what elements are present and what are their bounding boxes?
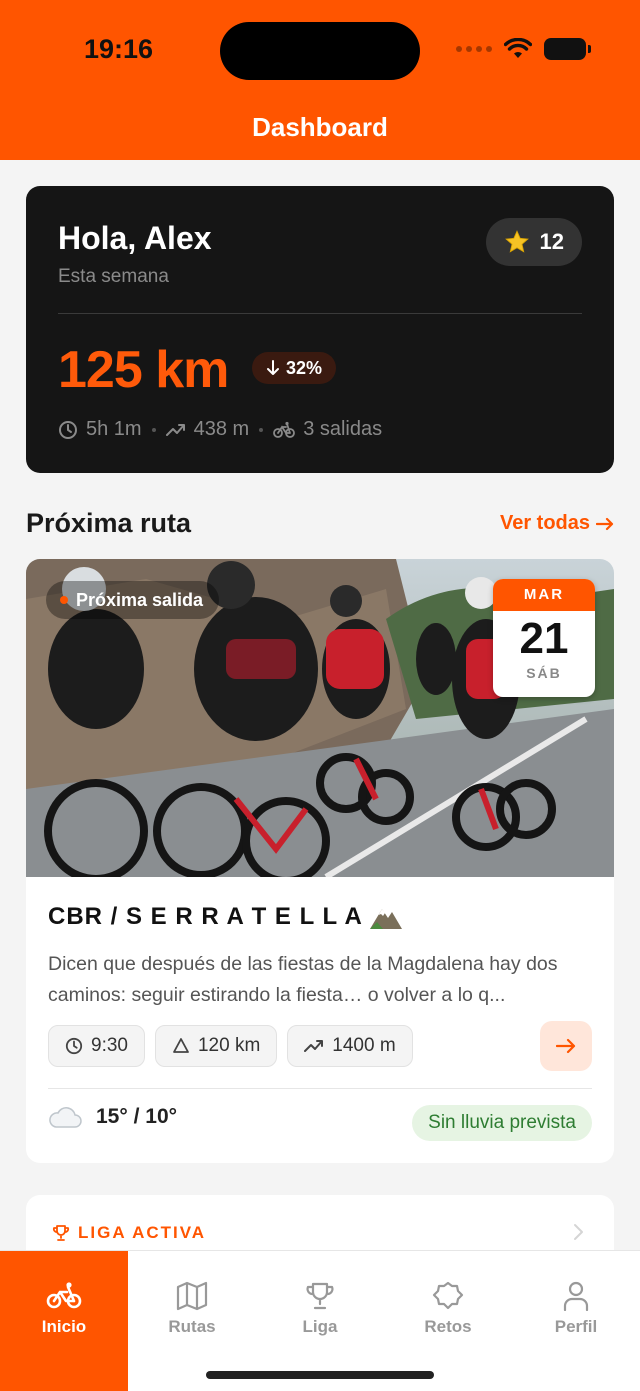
tab-inicio[interactable]: Inicio <box>0 1251 128 1391</box>
rain-badge: Sin lluvia prevista <box>412 1105 592 1141</box>
chip-elevation: 1400 m <box>287 1025 413 1067</box>
separator-dot <box>259 427 264 432</box>
battery-icon <box>544 38 591 60</box>
arrow-right-icon <box>596 517 614 530</box>
stat-elevation: 438 m <box>165 418 250 441</box>
chip-elevation-value: 1400 m <box>332 1035 396 1056</box>
divider <box>58 313 582 314</box>
clock-icon <box>65 1037 83 1055</box>
see-all-label: Ver todas <box>499 512 590 534</box>
stat-time-value: 5h 1m <box>86 418 142 440</box>
see-all-link[interactable]: Ver todas <box>500 512 614 535</box>
signal-icon <box>456 46 492 52</box>
route-description: Dicen que después de las fiestas de la M… <box>48 953 558 1006</box>
tab-label: Retos <box>424 1317 472 1336</box>
bike-icon <box>273 421 296 438</box>
trend-value: 32% <box>286 357 323 378</box>
tab-rutas[interactable]: Rutas <box>128 1251 256 1391</box>
clock-icon <box>59 420 77 439</box>
section-title: Próxima ruta <box>26 508 192 538</box>
route-chips: 9:30 120 km 1400 m <box>48 1025 413 1067</box>
chevron-right-icon <box>574 1224 583 1240</box>
chip-distance-value: 120 km <box>197 1035 261 1056</box>
arrow-down-icon <box>267 360 279 375</box>
points-badge[interactable]: 12 <box>485 218 582 266</box>
weather-forecast: 15° / 10° <box>48 1105 177 1129</box>
trending-up-icon <box>304 1040 324 1052</box>
separator-dot <box>151 427 156 432</box>
trophy-icon <box>52 1225 70 1241</box>
stat-time: 5h 1m <box>58 418 142 441</box>
open-route-button[interactable] <box>540 1021 592 1071</box>
tab-perfil[interactable]: Perfil <box>512 1251 640 1391</box>
weekly-stats: 5h 1m 438 m 3 salidas <box>58 418 382 441</box>
trending-up-icon <box>165 423 185 436</box>
bike-icon <box>46 1282 82 1309</box>
weekly-summary-card: Hola, Alex Esta semana 12 125 km 32% 5h … <box>26 186 614 473</box>
date-day: 21 <box>519 614 569 663</box>
next-ride-badge: Próxima salida <box>46 581 220 619</box>
page-title: Dashboard <box>252 112 388 142</box>
tab-label: Rutas <box>168 1317 216 1336</box>
next-ride-label: Próxima salida <box>76 589 204 610</box>
tab-bar: Inicio Rutas Liga Retos Perfil <box>0 1250 640 1391</box>
map-icon <box>176 1281 208 1311</box>
chip-start-time-value: 9:30 <box>91 1035 128 1056</box>
app-header: 19:16 Dashboard <box>0 0 640 160</box>
trend-badge: 32% <box>252 352 337 384</box>
trophy-icon <box>306 1282 334 1310</box>
date-card: MAR 21 SÁB <box>493 579 595 697</box>
weather-temps: 15° / 10° <box>96 1105 178 1128</box>
triangle-icon <box>173 1038 189 1053</box>
tab-label: Inicio <box>41 1317 87 1336</box>
greeting: Hola, Alex <box>58 220 212 256</box>
date-weekday: SÁB <box>526 665 562 681</box>
cloud-icon <box>49 1107 82 1128</box>
divider <box>48 1088 592 1089</box>
route-name-text: CBR / S E R R A T E L L A <box>48 903 363 930</box>
dynamic-island <box>220 22 420 80</box>
status-time: 19:16 <box>84 34 154 64</box>
person-icon <box>563 1281 589 1311</box>
wifi-icon <box>504 38 532 58</box>
stat-elevation-value: 438 m <box>193 418 250 440</box>
live-dot <box>60 596 68 604</box>
weekly-distance: 125 km <box>58 341 229 399</box>
period-label: Esta semana <box>58 266 169 287</box>
chip-start-time: 9:30 <box>48 1025 145 1067</box>
tab-label: Perfil <box>554 1317 598 1336</box>
route-name: CBR / S E R R A T E L L A <box>48 903 403 931</box>
status-icons <box>456 38 591 60</box>
arrow-right-icon <box>556 1038 576 1054</box>
date-month: MAR <box>493 579 595 611</box>
star-icon <box>504 230 529 253</box>
mountain-icon <box>369 909 402 929</box>
home-indicator <box>206 1371 434 1379</box>
route-card[interactable]: Próxima salida MAR 21 SÁB CBR / S E R R … <box>26 559 614 1163</box>
league-label: LIGA ACTIVA <box>52 1223 206 1243</box>
points-value: 12 <box>539 229 564 254</box>
badge-icon <box>432 1281 464 1310</box>
tab-retos[interactable]: Retos <box>384 1251 512 1391</box>
stat-rides: 3 salidas <box>273 418 382 441</box>
stat-rides-value: 3 salidas <box>303 418 383 440</box>
chip-distance: 120 km <box>154 1025 278 1067</box>
league-label-text: LIGA ACTIVA <box>78 1223 207 1242</box>
tab-liga[interactable]: Liga <box>256 1251 384 1391</box>
tab-label: Liga <box>302 1317 338 1336</box>
